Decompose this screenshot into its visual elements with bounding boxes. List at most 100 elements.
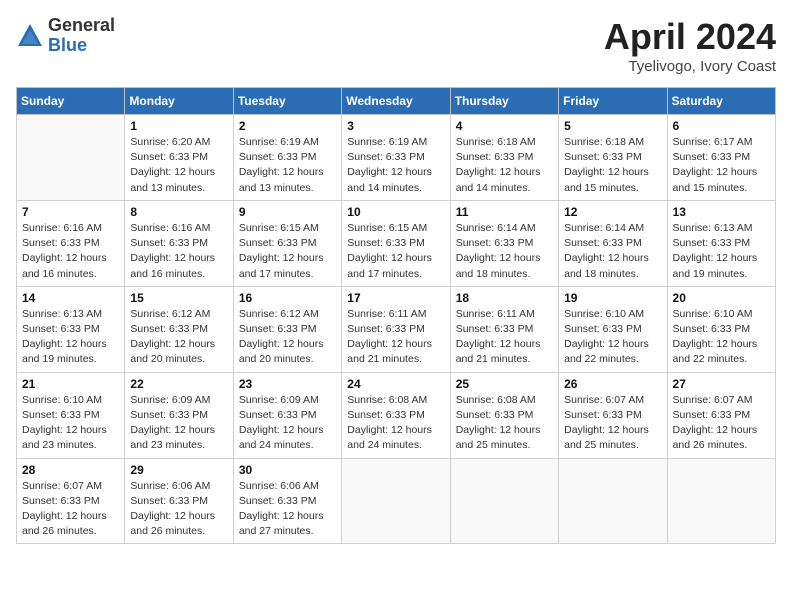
day-number: 30 [239,463,336,477]
calendar-cell: 16Sunrise: 6:12 AMSunset: 6:33 PMDayligh… [233,286,341,372]
day-detail: Sunrise: 6:10 AMSunset: 6:33 PMDaylight:… [22,393,119,454]
day-detail: Sunrise: 6:14 AMSunset: 6:33 PMDaylight:… [564,221,661,282]
title-block: April 2024 Tyelivogo, Ivory Coast [604,16,776,75]
week-row-2: 14 Sunrise: 6:13 AMSunset: 6:33 PMDayligh… [17,286,776,372]
logo-icon [16,22,44,50]
calendar-cell [667,458,775,544]
calendar-cell: 9 Sunrise: 6:15 AMSunset: 6:33 PMDaylight… [233,200,341,286]
calendar-cell: 25Sunrise: 6:08 AMSunset: 6:33 PMDayligh… [450,372,558,458]
day-number: 13 [673,205,770,219]
calendar-cell: 17Sunrise: 6:11 AMSunset: 6:33 PMDayligh… [342,286,450,372]
calendar-cell: 1 Sunrise: 6:20 AMSunset: 6:33 PMDaylight… [125,115,233,201]
calendar-cell: 22 Sunrise: 6:09 AMSunset: 6:33 PMDayligh… [125,372,233,458]
day-detail: Sunrise: 6:10 AMSunset: 6:33 PMDaylight:… [673,307,770,368]
day-detail: Sunrise: 6:08 AMSunset: 6:33 PMDaylight:… [456,393,553,454]
day-detail: Sunrise: 6:17 AMSunset: 6:33 PMDaylight:… [673,135,770,196]
calendar-cell: 28 Sunrise: 6:07 AMSunset: 6:33 PMDayligh… [17,458,125,544]
day-number: 29 [130,463,227,477]
day-number: 14 [22,291,119,305]
day-number: 10 [347,205,444,219]
location-text: Tyelivogo, Ivory Coast [604,58,776,75]
week-row-1: 7Sunrise: 6:16 AMSunset: 6:33 PMDaylight… [17,200,776,286]
day-number: 6 [673,119,770,133]
calendar-cell: 5 Sunrise: 6:18 AMSunset: 6:33 PMDaylight… [559,115,667,201]
calendar-cell: 27 Sunrise: 6:07 AMSunset: 6:33 PMDayligh… [667,372,775,458]
day-number: 16 [239,291,336,305]
week-row-4: 28 Sunrise: 6:07 AMSunset: 6:33 PMDayligh… [17,458,776,544]
day-detail: Sunrise: 6:09 AMSunset: 6:33 PMDaylight:… [239,393,336,454]
day-detail: Sunrise: 6:18 AMSunset: 6:33 PMDaylight:… [564,135,661,196]
day-detail: Sunrise: 6:15 AMSunset: 6:33 PMDaylight:… [347,221,444,282]
calendar-cell [17,115,125,201]
calendar-cell [450,458,558,544]
day-detail: Sunrise: 6:09 AMSunset: 6:33 PMDaylight:… [130,393,227,454]
day-number: 12 [564,205,661,219]
day-detail: Sunrise: 6:07 AMSunset: 6:33 PMDaylight:… [564,393,661,454]
day-detail: Sunrise: 6:13 AMSunset: 6:33 PMDaylight:… [673,221,770,282]
day-number: 1 [130,119,227,133]
calendar-cell: 8Sunrise: 6:16 AMSunset: 6:33 PMDaylight… [125,200,233,286]
header-row: SundayMondayTuesdayWednesdayThursdayFrid… [17,88,776,115]
calendar-cell: 10 Sunrise: 6:15 AMSunset: 6:33 PMDayligh… [342,200,450,286]
day-detail: Sunrise: 6:11 AMSunset: 6:33 PMDaylight:… [347,307,444,368]
header-sunday: Sunday [17,88,125,115]
calendar-table: SundayMondayTuesdayWednesdayThursdayFrid… [16,87,776,544]
calendar-cell: 14 Sunrise: 6:13 AMSunset: 6:33 PMDayligh… [17,286,125,372]
day-detail: Sunrise: 6:08 AMSunset: 6:33 PMDaylight:… [347,393,444,454]
header-saturday: Saturday [667,88,775,115]
day-number: 9 [239,205,336,219]
logo: General Blue [16,16,115,56]
day-detail: Sunrise: 6:19 AMSunset: 6:33 PMDaylight:… [239,135,336,196]
calendar-cell: 23 Sunrise: 6:09 AMSunset: 6:33 PMDayligh… [233,372,341,458]
calendar-header: SundayMondayTuesdayWednesdayThursdayFrid… [17,88,776,115]
day-detail: Sunrise: 6:06 AMSunset: 6:33 PMDaylight:… [239,479,336,540]
calendar-cell: 12 Sunrise: 6:14 AMSunset: 6:33 PMDayligh… [559,200,667,286]
calendar-cell: 13 Sunrise: 6:13 AMSunset: 6:33 PMDayligh… [667,200,775,286]
calendar-cell: 7Sunrise: 6:16 AMSunset: 6:33 PMDaylight… [17,200,125,286]
calendar-cell: 2 Sunrise: 6:19 AMSunset: 6:33 PMDaylight… [233,115,341,201]
header-tuesday: Tuesday [233,88,341,115]
day-detail: Sunrise: 6:16 AMSunset: 6:33 PMDaylight:… [130,221,227,282]
calendar-cell: 6 Sunrise: 6:17 AMSunset: 6:33 PMDaylight… [667,115,775,201]
day-number: 19 [564,291,661,305]
day-number: 26 [564,377,661,391]
day-number: 24 [347,377,444,391]
day-detail: Sunrise: 6:07 AMSunset: 6:33 PMDaylight:… [673,393,770,454]
calendar-cell: 20Sunrise: 6:10 AMSunset: 6:33 PMDayligh… [667,286,775,372]
calendar-cell: 19Sunrise: 6:10 AMSunset: 6:33 PMDayligh… [559,286,667,372]
page-header: General Blue April 2024 Tyelivogo, Ivory… [16,16,776,75]
day-detail: Sunrise: 6:20 AMSunset: 6:33 PMDaylight:… [130,135,227,196]
calendar-cell: 3Sunrise: 6:19 AMSunset: 6:33 PMDaylight… [342,115,450,201]
calendar-cell: 30 Sunrise: 6:06 AMSunset: 6:33 PMDayligh… [233,458,341,544]
day-detail: Sunrise: 6:13 AMSunset: 6:33 PMDaylight:… [22,307,119,368]
calendar-cell: 15 Sunrise: 6:12 AMSunset: 6:33 PMDayligh… [125,286,233,372]
header-thursday: Thursday [450,88,558,115]
day-number: 27 [673,377,770,391]
day-number: 22 [130,377,227,391]
logo-general-text: General [48,16,115,36]
day-number: 28 [22,463,119,477]
day-number: 2 [239,119,336,133]
day-number: 11 [456,205,553,219]
calendar-cell [342,458,450,544]
day-number: 5 [564,119,661,133]
day-detail: Sunrise: 6:12 AMSunset: 6:33 PMDaylight:… [130,307,227,368]
day-detail: Sunrise: 6:15 AMSunset: 6:33 PMDaylight:… [239,221,336,282]
day-number: 15 [130,291,227,305]
day-detail: Sunrise: 6:19 AMSunset: 6:33 PMDaylight:… [347,135,444,196]
week-row-0: 1 Sunrise: 6:20 AMSunset: 6:33 PMDaylight… [17,115,776,201]
day-number: 23 [239,377,336,391]
day-detail: Sunrise: 6:18 AMSunset: 6:33 PMDaylight:… [456,135,553,196]
month-title: April 2024 [604,16,776,58]
calendar-cell: 4Sunrise: 6:18 AMSunset: 6:33 PMDaylight… [450,115,558,201]
header-monday: Monday [125,88,233,115]
calendar-cell: 21Sunrise: 6:10 AMSunset: 6:33 PMDayligh… [17,372,125,458]
day-detail: Sunrise: 6:07 AMSunset: 6:33 PMDaylight:… [22,479,119,540]
calendar-cell [559,458,667,544]
day-detail: Sunrise: 6:14 AMSunset: 6:33 PMDaylight:… [456,221,553,282]
header-wednesday: Wednesday [342,88,450,115]
day-detail: Sunrise: 6:11 AMSunset: 6:33 PMDaylight:… [456,307,553,368]
calendar-cell: 18Sunrise: 6:11 AMSunset: 6:33 PMDayligh… [450,286,558,372]
calendar-cell: 24 Sunrise: 6:08 AMSunset: 6:33 PMDayligh… [342,372,450,458]
calendar-cell: 29Sunrise: 6:06 AMSunset: 6:33 PMDayligh… [125,458,233,544]
